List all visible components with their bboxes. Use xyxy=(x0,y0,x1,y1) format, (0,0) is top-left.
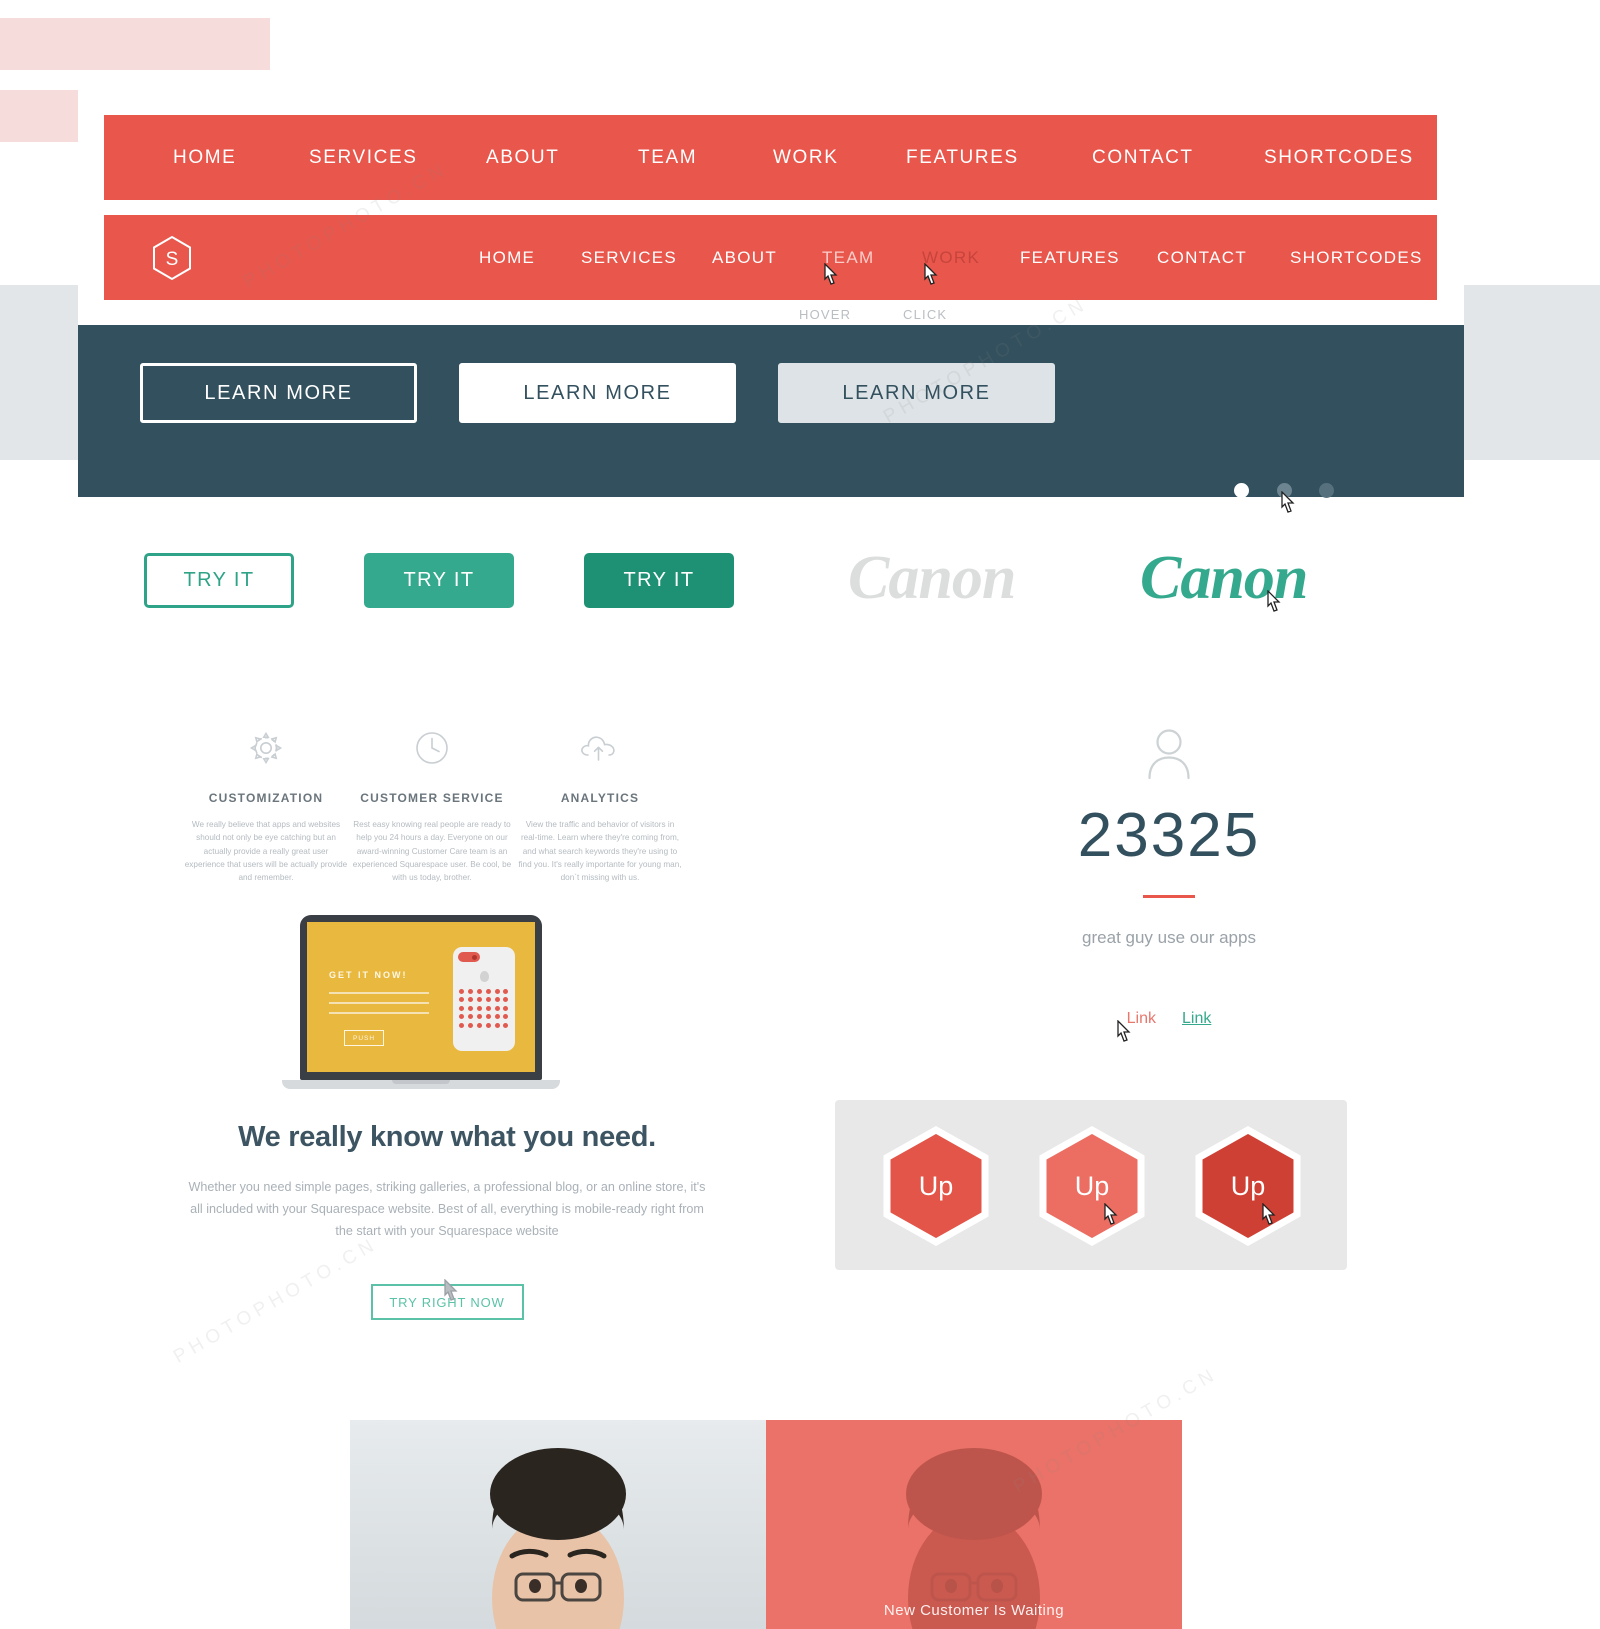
nav-secondary-item-team[interactable]: TEAM xyxy=(822,248,874,268)
link-hover[interactable]: Link xyxy=(1182,1010,1211,1028)
try-it-button-dark[interactable]: TRY IT xyxy=(584,553,734,608)
nav-primary: HOME SERVICES ABOUT TEAM WORK FEATURES C… xyxy=(104,115,1437,200)
laptop-body: GET IT NOW! PUSH xyxy=(300,915,542,1080)
laptop-screen: GET IT NOW! PUSH xyxy=(307,922,535,1072)
showcase-card: HOME SERVICES ABOUT TEAM WORK FEATURES C… xyxy=(78,75,1464,1629)
counter-value: 23325 xyxy=(1077,801,1261,870)
laptop-mockup: GET IT NOW! PUSH xyxy=(282,915,560,1089)
nav-secondary-item-features[interactable]: FEATURES xyxy=(1020,248,1120,268)
nav-secondary-item-about[interactable]: ABOUT xyxy=(712,248,777,268)
feature-body: View the traffic and behavior of visitor… xyxy=(518,820,682,883)
feature-title: ANALYTICS xyxy=(560,791,640,805)
feature-title: CUSTOMIZATION xyxy=(208,791,324,805)
nav-primary-item-features[interactable]: FEATURES xyxy=(906,147,1019,169)
nav-primary-item-shortcodes[interactable]: SHORTCODES xyxy=(1264,147,1414,169)
nav-secondary: S HOME SERVICES ABOUT TEAM WORK FEATURES… xyxy=(104,215,1437,300)
screen-push-button[interactable]: PUSH xyxy=(344,1030,385,1046)
logo-hexagon-icon[interactable]: S xyxy=(149,235,195,281)
decorative-block-pink-top xyxy=(0,18,270,70)
counter-caption: great guy use our apps xyxy=(1082,928,1256,947)
nav-primary-item-home[interactable]: HOME xyxy=(173,147,236,169)
learn-more-button-outline[interactable]: LEARN MORE xyxy=(140,363,417,423)
nav-primary-item-services[interactable]: SERVICES xyxy=(309,147,418,169)
screen-text-line xyxy=(329,1002,429,1004)
hex-button-active[interactable]: Up xyxy=(1187,1125,1309,1247)
feature-body: Rest easy knowing real people are ready … xyxy=(352,820,512,883)
cloud-upload-icon xyxy=(518,725,682,771)
portrait-hover[interactable]: New Customer Is Waiting xyxy=(766,1420,1182,1629)
feature-customer-service: CUSTOMER SERVICE Rest easy knowing real … xyxy=(350,725,514,884)
laptop-notch xyxy=(392,1080,450,1084)
hero-band: LEARN MORE LEARN MORE LEARN MORE xyxy=(78,325,1464,513)
link-row: Link Link xyxy=(914,1010,1424,1028)
try-it-button-outline[interactable]: TRY IT xyxy=(144,553,294,608)
nav-secondary-item-shortcodes[interactable]: SHORTCODES xyxy=(1290,248,1423,268)
screen-text-line xyxy=(329,1012,429,1014)
nav-primary-item-contact[interactable]: CONTACT xyxy=(1092,147,1194,169)
promo-block: We really know what you need. Whether yo… xyxy=(184,1121,710,1321)
screen-heading: GET IT NOW! xyxy=(329,970,408,980)
feature-analytics: ANALYTICS View the traffic and behavior … xyxy=(518,725,682,884)
person-icon xyxy=(914,725,1424,783)
gear-icon xyxy=(184,725,348,771)
nav-secondary-item-work[interactable]: WORK xyxy=(922,248,980,268)
promo-title: We really know what you need. xyxy=(238,1121,656,1153)
phone-mockup xyxy=(453,947,515,1051)
nav-secondary-item-home[interactable]: HOME xyxy=(479,248,535,268)
learn-more-button-solid[interactable]: LEARN MORE xyxy=(459,363,736,423)
page-root: HOME SERVICES ABOUT TEAM WORK FEATURES C… xyxy=(0,0,1600,1629)
state-label-hover: HOVER xyxy=(799,307,852,322)
clock-icon xyxy=(350,725,514,771)
portrait-caption: New Customer Is Waiting xyxy=(883,1602,1065,1619)
nav-primary-item-work[interactable]: WORK xyxy=(773,147,839,169)
hex-button-default[interactable]: Up xyxy=(875,1125,997,1247)
canon-logo-hover[interactable]: Canon xyxy=(1140,543,1308,614)
nav-secondary-item-services[interactable]: SERVICES xyxy=(581,248,677,268)
portrait-pair: New Customer Is Waiting xyxy=(350,1420,1182,1629)
promo-body: Whether you need simple pages, striking … xyxy=(188,1180,706,1239)
feature-title: CUSTOMER SERVICE xyxy=(360,791,504,805)
feature-body: We really believe that apps and websites… xyxy=(184,820,348,883)
laptop-base xyxy=(282,1080,560,1089)
phone-app-grid xyxy=(459,989,509,1028)
carousel-dot-2[interactable] xyxy=(1277,483,1292,498)
learn-more-button-pressed[interactable]: LEARN MORE xyxy=(778,363,1055,423)
svg-text:S: S xyxy=(166,249,179,270)
counter-block: 23325 great guy use our apps Link Link xyxy=(914,725,1424,1028)
feature-customization: CUSTOMIZATION We really believe that app… xyxy=(184,725,348,884)
carousel-dot-3[interactable] xyxy=(1319,483,1334,498)
link-default[interactable]: Link xyxy=(1127,1010,1156,1028)
hex-button-hover[interactable]: Up xyxy=(1031,1125,1153,1247)
try-right-now-button[interactable]: TRY RIGHT NOW xyxy=(370,1284,524,1321)
carousel-dot-1[interactable] xyxy=(1234,483,1249,498)
nav-primary-item-team[interactable]: TEAM xyxy=(638,147,697,169)
screen-text-line xyxy=(329,992,429,994)
hexagon-button-panel: Up Up Up xyxy=(835,1100,1347,1270)
phone-camera-icon xyxy=(458,952,480,962)
canon-logo-default[interactable]: Canon xyxy=(848,543,1016,614)
phone-logo-icon xyxy=(480,971,489,982)
portrait-default[interactable] xyxy=(350,1420,766,1629)
try-it-button-solid[interactable]: TRY IT xyxy=(364,553,514,608)
state-label-click: CLICK xyxy=(903,307,948,322)
counter-divider xyxy=(1143,895,1195,898)
nav-primary-item-about[interactable]: ABOUT xyxy=(486,147,559,169)
nav-secondary-item-contact[interactable]: CONTACT xyxy=(1157,248,1247,268)
